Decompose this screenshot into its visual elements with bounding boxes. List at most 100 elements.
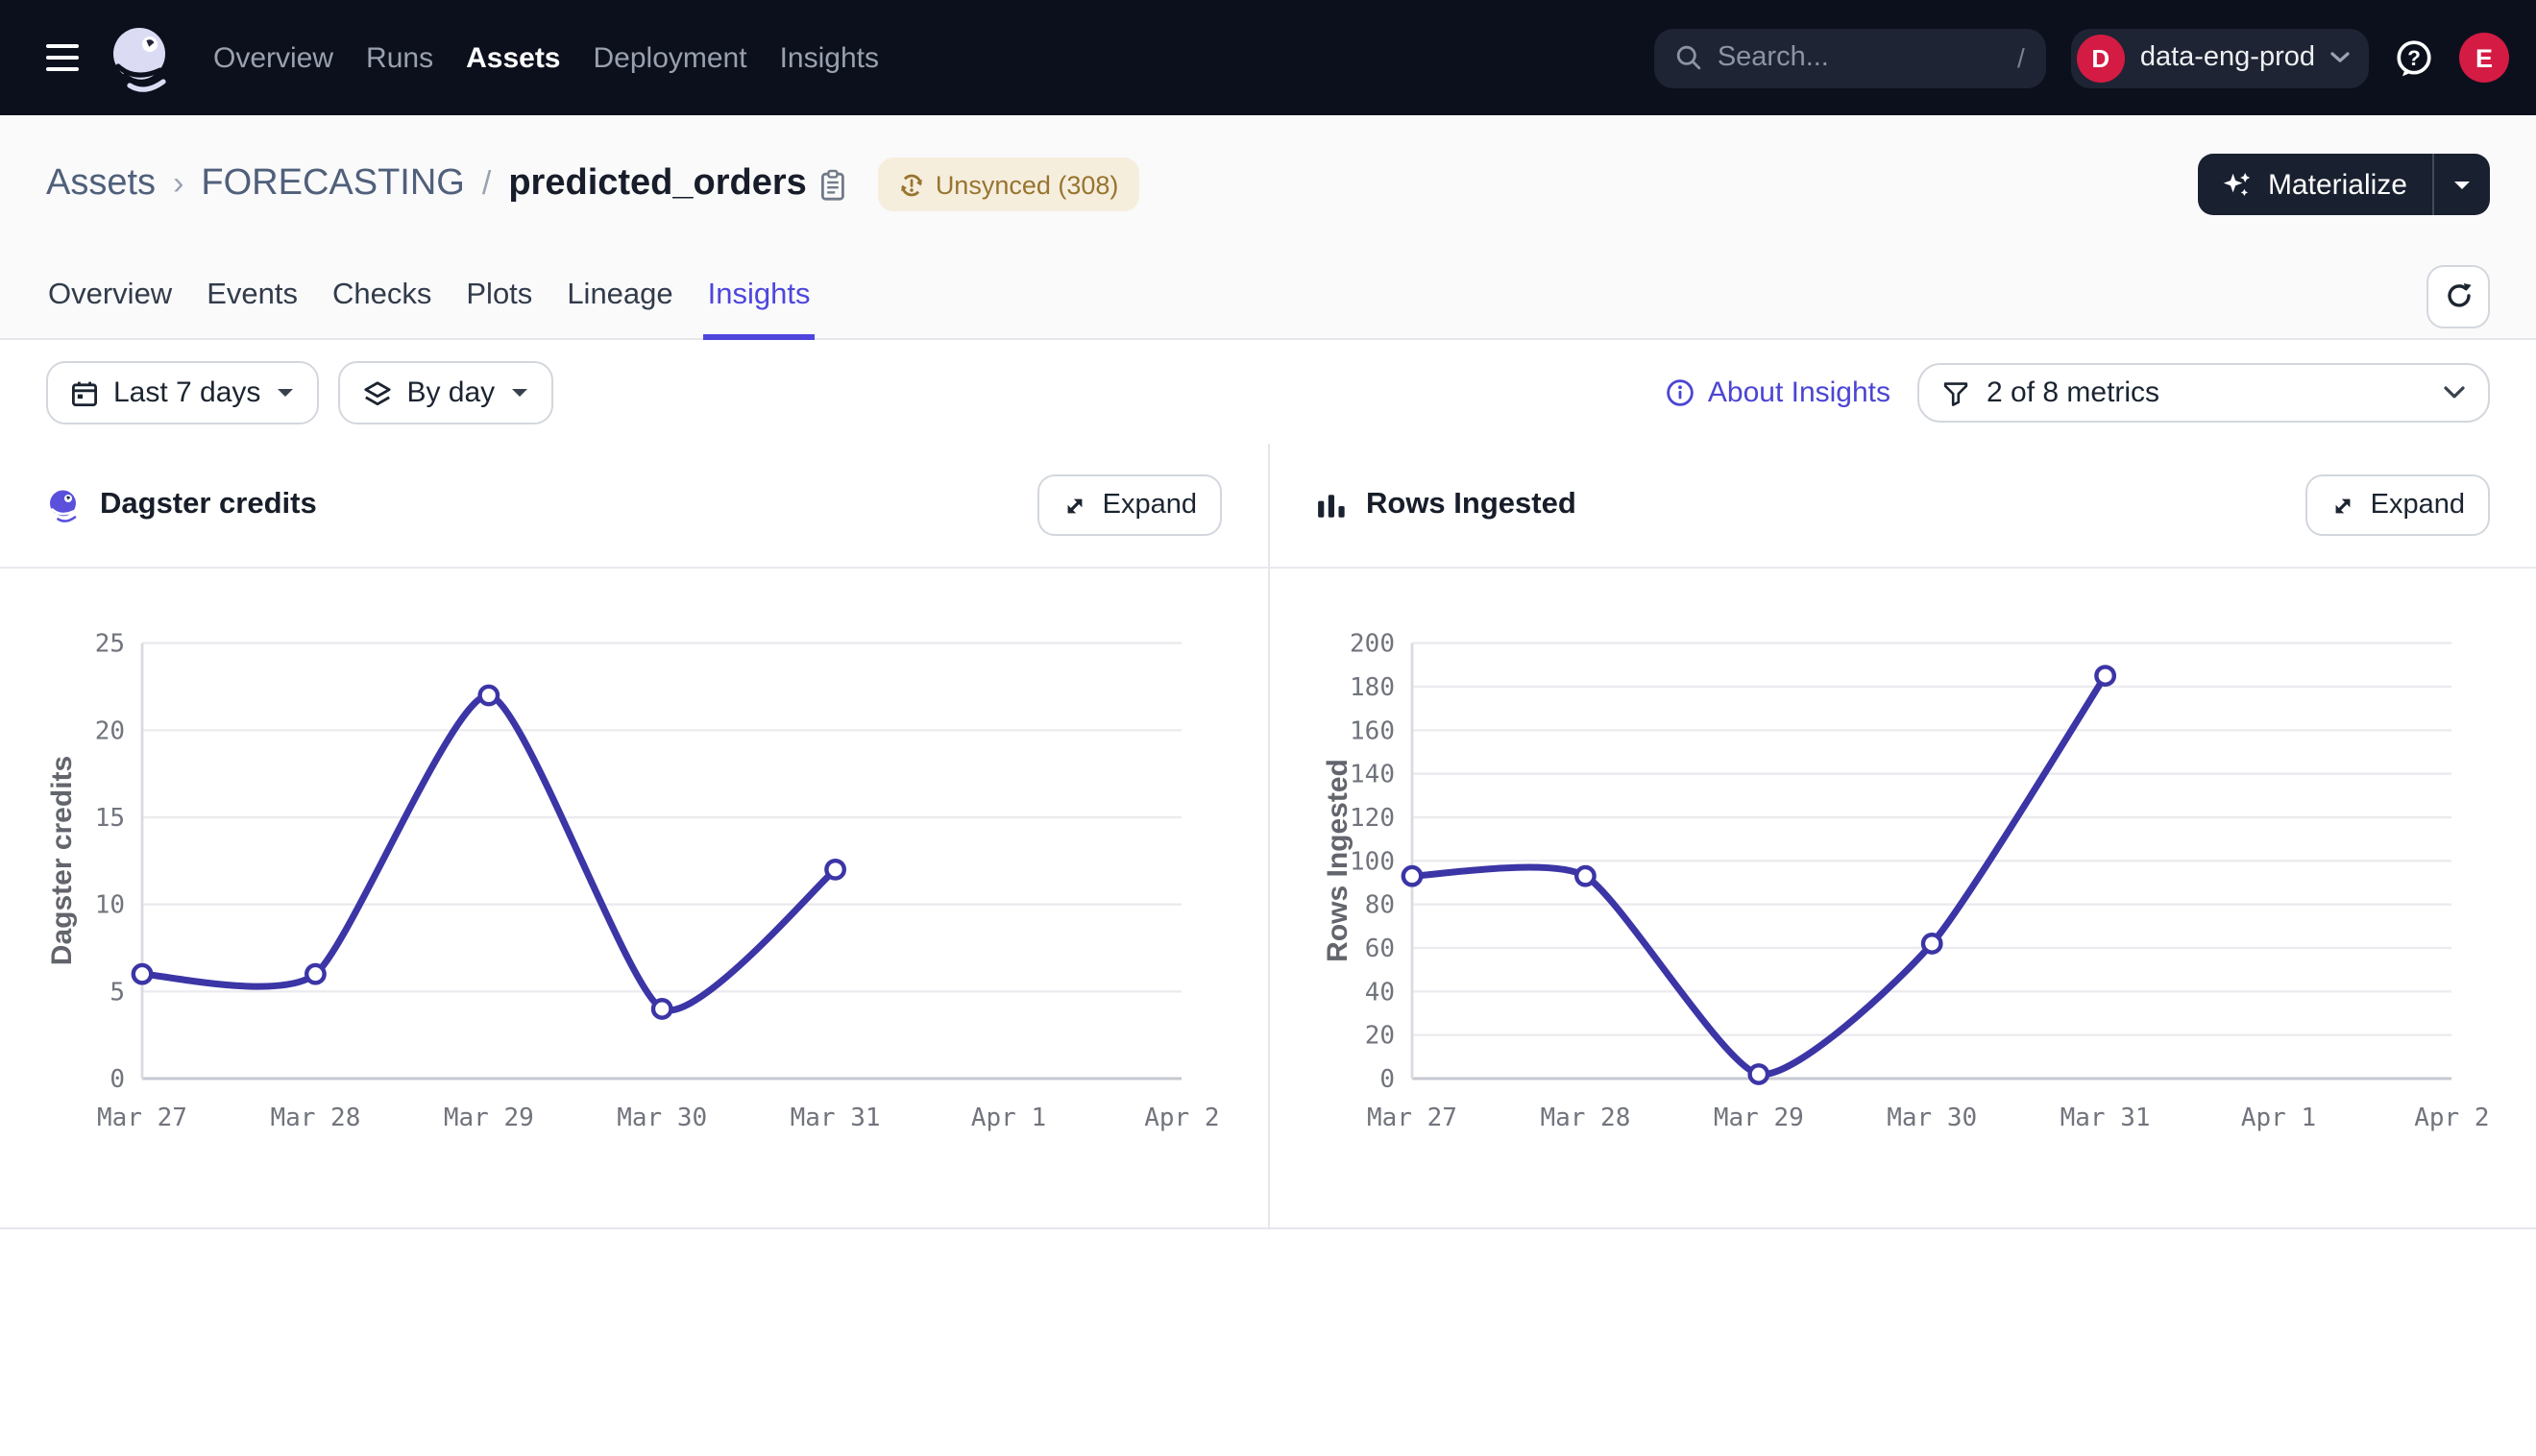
chart-card-rows-ingested: Rows Ingested Expand 0204060801001201401… [1268,444,2536,1227]
date-range-filter-button[interactable]: Last 7 days [46,361,318,425]
sparkles-icon [2224,170,2253,199]
dagster-logo-icon[interactable] [106,23,175,92]
refresh-button[interactable] [2426,264,2490,328]
asset-header-row: Assets › FORECASTING / predicted_orders [0,115,2536,254]
top-nav: Overview Runs Assets Deployment Insights… [0,0,2536,115]
svg-text:20: 20 [1365,1022,1395,1051]
expand-label: Expand [1103,490,1197,521]
metrics-filter-select[interactable]: 2 of 8 metrics [1917,363,2490,423]
breadcrumb: Assets › FORECASTING / predicted_orders [46,163,807,206]
nav-item-runs[interactable]: Runs [366,41,433,74]
svg-text:0: 0 [1379,1065,1395,1094]
nav-item-insights[interactable]: Insights [780,41,879,74]
materialize-button[interactable]: Materialize [2199,154,2432,215]
svg-text:Dagster credits: Dagster credits [46,756,78,965]
expand-chart-button[interactable]: Expand [2305,474,2490,536]
breadcrumb-group-link[interactable]: FORECASTING [201,163,464,206]
breadcrumb-assets-link[interactable]: Assets [46,163,156,206]
nav-item-assets[interactable]: Assets [466,41,560,74]
search-icon [1675,44,1702,71]
deployment-switcher[interactable]: D data-eng-prod [2071,28,2369,87]
expand-icon [2330,493,2355,518]
search-input[interactable]: Search... / [1654,28,2046,87]
unsynced-badge-label: Unsynced (308) [936,170,1119,199]
svg-text:60: 60 [1365,934,1395,963]
svg-text:20: 20 [95,716,125,745]
svg-text:Apr 1: Apr 1 [2241,1104,2316,1132]
svg-text:200: 200 [1350,630,1395,659]
svg-text:Rows Ingested: Rows Ingested [1322,759,1353,962]
user-avatar[interactable]: E [2459,33,2509,83]
dagster-octopus-icon [46,488,81,522]
dagster-app: Overview Runs Assets Deployment Insights… [0,0,2536,1456]
chart-card-dagster-credits: Dagster credits Expand 0 5 10 15 20 25 Mar 27 M… [0,444,1268,1227]
svg-text:15: 15 [95,804,125,833]
nav-item-deployment[interactable]: Deployment [594,41,747,74]
svg-text:Apr 1: Apr 1 [971,1104,1046,1132]
svg-text:40: 40 [1365,978,1395,1007]
line-chart-dagster-credits: 0510152025Mar 27Mar 28Mar 29Mar 30Mar 31… [0,569,1268,1227]
svg-text:Mar 27: Mar 27 [97,1104,187,1132]
chart-card-header: Rows Ingested Expand [1270,444,2536,569]
svg-text:Apr 2: Apr 2 [1144,1104,1219,1132]
layers-icon [362,379,391,406]
hamburger-menu-icon[interactable] [46,44,79,71]
chart-area: 0510152025Mar 27Mar 28Mar 29Mar 30Mar 31… [0,569,1268,1227]
materialize-split-button: Materialize [2199,154,2490,215]
svg-text:120: 120 [1350,804,1395,833]
chart-area: 020406080100120140160180200Mar 27Mar 28M… [1270,569,2536,1227]
chart-title: Dagster credits [100,488,317,522]
caret-down-icon [2453,180,2471,189]
svg-text:80: 80 [1365,891,1395,920]
svg-text:0: 0 [110,1065,125,1094]
tab-insights[interactable]: Insights [706,254,813,338]
tab-overview[interactable]: Overview [46,254,174,338]
svg-text:5: 5 [110,978,125,1007]
insights-toolbar: Last 7 days By day About Insights [0,340,2536,444]
bar-chart-icon [1316,491,1347,520]
about-insights-label: About Insights [1708,376,1890,409]
chevron-down-icon [2330,52,2350,63]
svg-text:Mar 30: Mar 30 [617,1104,707,1132]
calendar-icon [71,379,98,406]
svg-text:100: 100 [1350,847,1395,876]
info-icon [1666,378,1695,407]
help-button[interactable]: ? [2394,37,2434,78]
svg-text:Mar 27: Mar 27 [1367,1104,1457,1132]
svg-text:140: 140 [1350,761,1395,789]
svg-text:Mar 28: Mar 28 [270,1104,360,1132]
expand-label: Expand [2371,490,2465,521]
breadcrumb-slash: / [482,165,491,204]
copy-asset-name-button[interactable] [818,168,847,201]
tab-lineage[interactable]: Lineage [565,254,674,338]
materialize-dropdown-button[interactable] [2434,154,2490,215]
svg-text:25: 25 [95,630,125,659]
svg-text:Mar 31: Mar 31 [791,1104,881,1132]
svg-text:Mar 28: Mar 28 [1540,1104,1630,1132]
nav-item-overview[interactable]: Overview [213,41,333,74]
chart-title: Rows Ingested [1366,488,1576,522]
deployment-avatar: D [2077,34,2125,82]
chevron-down-icon [2444,386,2465,400]
tab-events[interactable]: Events [205,254,300,338]
svg-text:10: 10 [95,891,125,920]
main-nav: Overview Runs Assets Deployment Insights [213,41,879,74]
line-chart-rows-ingested: 020406080100120140160180200Mar 27Mar 28M… [1270,569,2536,1227]
deployment-name: data-eng-prod [2140,42,2315,73]
expand-chart-button[interactable]: Expand [1037,474,1222,536]
search-placeholder: Search... [1718,42,2002,73]
tab-plots[interactable]: Plots [464,254,534,338]
tab-checks[interactable]: Checks [330,254,433,338]
insights-chart-grid: Dagster credits Expand 0 5 10 15 20 25 Mar 27 M… [0,444,2536,1229]
granularity-filter-button[interactable]: By day [337,361,552,425]
refresh-icon [2443,280,2474,311]
filter-funnel-icon [1942,379,1969,406]
svg-text:?: ? [2407,45,2421,69]
about-insights-link[interactable]: About Insights [1666,376,1890,409]
asset-tabs: Overview Events Checks Plots Lineage Ins… [0,254,2536,340]
chart-card-header: Dagster credits Expand [0,444,1268,569]
sync-alert-icon [899,172,924,197]
granularity-label: By day [406,376,495,409]
asset-name: predicted_orders [508,163,806,206]
expand-icon [1062,493,1087,518]
